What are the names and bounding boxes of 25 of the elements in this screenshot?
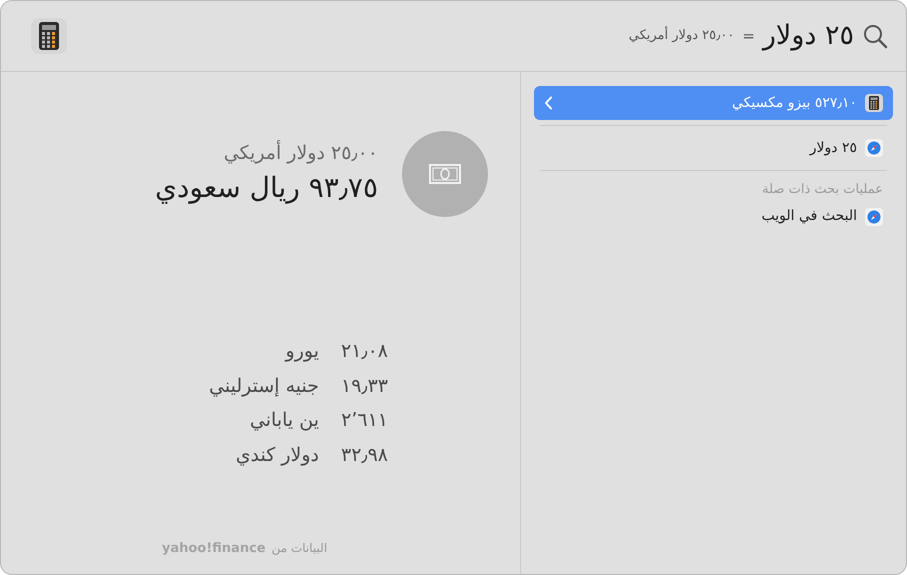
search-query[interactable]: ٢٥ دولار [762, 16, 854, 56]
section-heading: عمليات بحث ذات صلة [761, 181, 884, 199]
currency-name: يورو [284, 339, 319, 364]
source-label: البيانات من [272, 540, 328, 558]
provider-logo: yahoo!finance [162, 540, 266, 558]
result-item[interactable]: البحث في الويب [534, 200, 893, 234]
compass-icon [865, 208, 883, 226]
rate-value: ٢٬٦١١ [341, 408, 388, 433]
currency-name: ين ياباني [248, 408, 319, 433]
currency-name: دولار كندي [234, 442, 319, 468]
calculator-icon [865, 94, 883, 112]
source-amount: ٢٥٫٠٠ دولار أمريكي [222, 139, 378, 166]
conversion-preview: ٢٥٫٠٠ دولار أمريكي [628, 26, 734, 46]
chevron-icon [544, 96, 553, 110]
converted-amount: ٩٣٫٧٥ ريال سعودي [154, 170, 378, 206]
search-icon [862, 23, 888, 49]
calculator-icon [31, 18, 67, 54]
equals-sign: = [742, 26, 755, 47]
banknote-icon [429, 164, 461, 184]
rate-value: ٣٢٫٩٨ [341, 442, 388, 468]
result-item[interactable]: ٢٥ دولار [534, 131, 893, 165]
compass-icon [865, 139, 883, 157]
rate-value: ١٩٫٣٣ [341, 374, 388, 398]
currency-name: جنيه إسترليني [209, 374, 319, 399]
rate-value: ٢١٫٠٨ [341, 339, 388, 364]
